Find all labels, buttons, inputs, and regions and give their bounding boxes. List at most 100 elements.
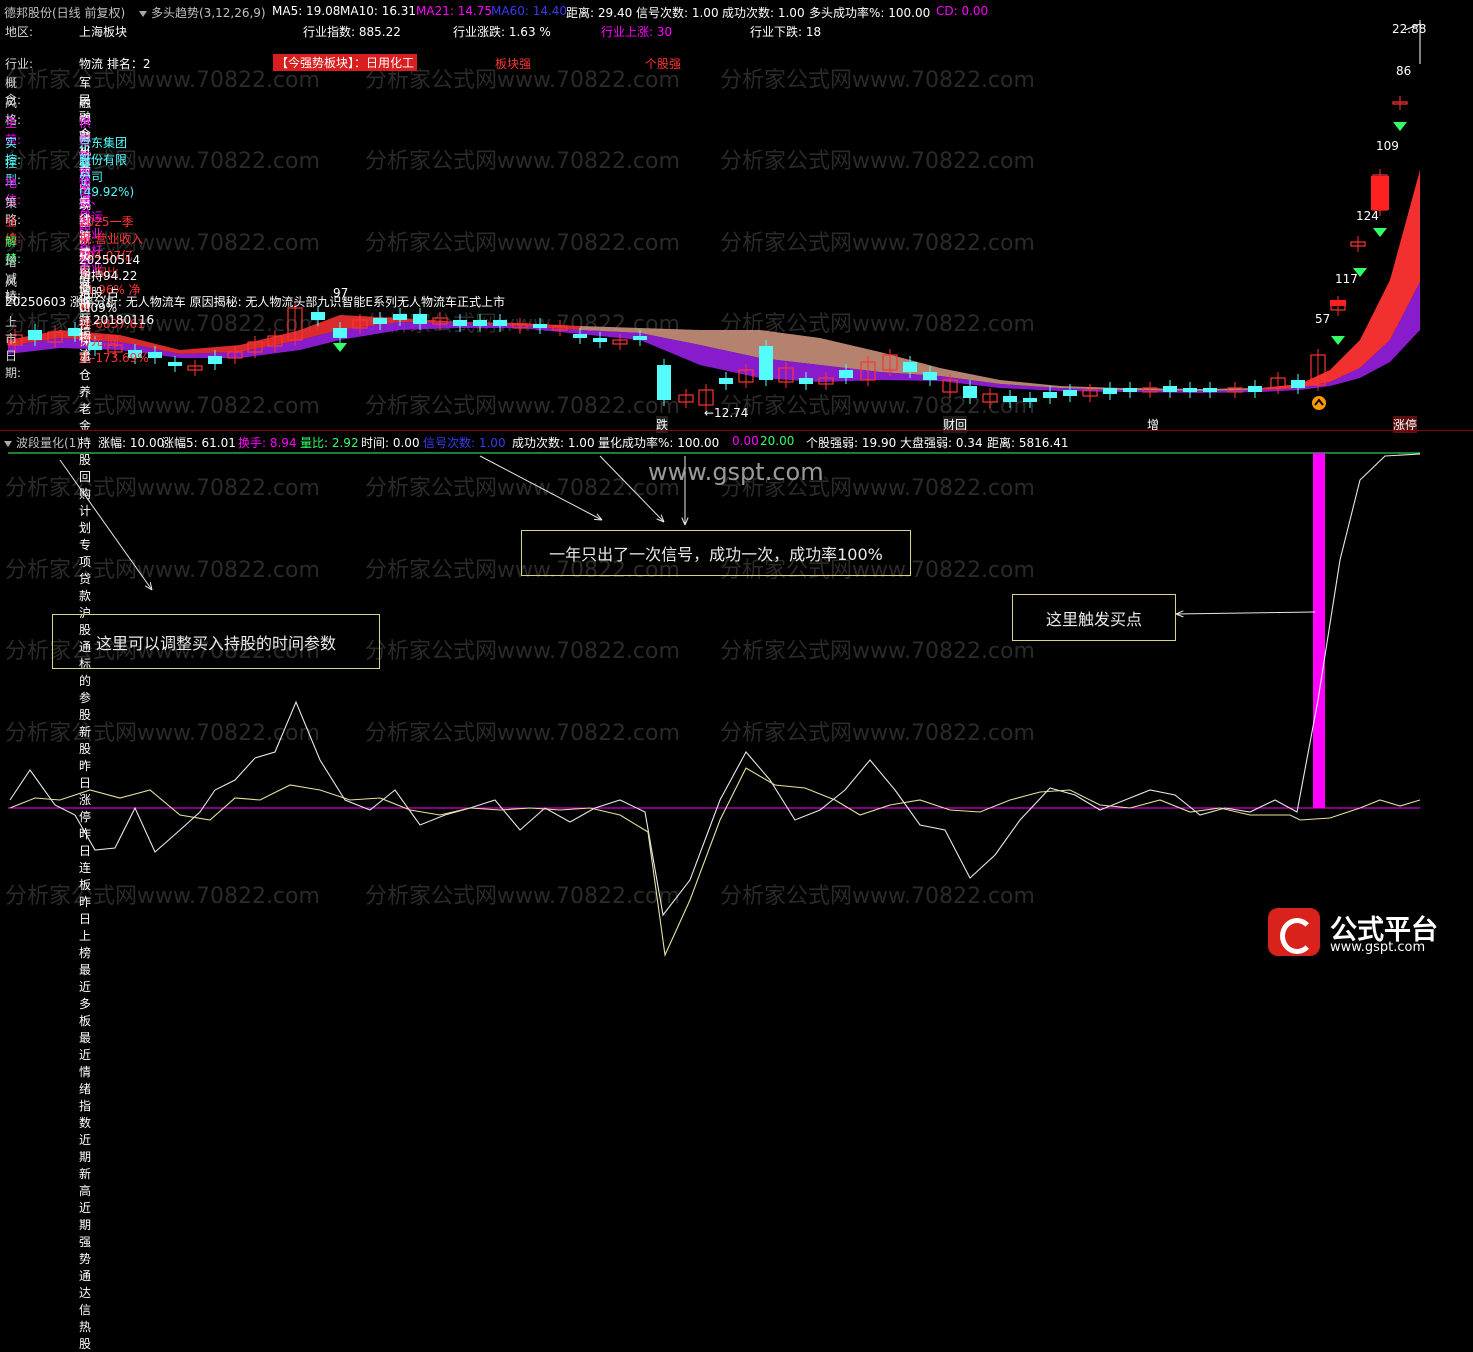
sector-strong-label: 板块强 — [495, 57, 532, 71]
industry-change: 行业涨跌: 1.63 % — [453, 25, 551, 39]
callout-buy-point: 这里触发买点 — [1012, 594, 1176, 641]
pane-separator[interactable] — [0, 430, 1473, 431]
candle-body — [208, 356, 222, 364]
indicator-name[interactable]: 波段量化(1) — [4, 434, 81, 451]
label-86: 86 — [1396, 64, 1412, 78]
gspt-watermark: www.gspt.com — [648, 458, 824, 486]
industry-up: 行业上涨: 30 — [601, 25, 673, 39]
candle-body — [1371, 176, 1389, 210]
buy-arrow-icon — [1312, 396, 1326, 410]
candle-body — [719, 378, 733, 384]
dropdown-icon — [139, 10, 147, 17]
dropdown-icon — [4, 440, 12, 447]
candle-body — [633, 336, 647, 340]
ma10-value: MA10: 16.31 — [340, 4, 417, 18]
success-count: 成功次数: 1.00 — [722, 6, 805, 20]
value-twenty: 20.00 — [760, 434, 795, 448]
candle-body — [493, 320, 507, 326]
candle-body — [168, 362, 182, 366]
green-diamond-marker — [1393, 122, 1407, 131]
formula-name[interactable]: 多头趋势(3,12,26,9) — [139, 4, 266, 21]
candle-body — [148, 352, 162, 358]
stock-strong-label: 个股强 — [645, 57, 682, 71]
candle-body — [473, 320, 487, 326]
industry-down: 行业下跌: 18 — [750, 25, 822, 39]
candle-body — [28, 330, 42, 340]
candle-body — [1123, 388, 1137, 392]
industry-index: 行业指数: 885.22 — [303, 25, 401, 39]
info-row-industry: 行业: 物流 排名：2 【今强势板块】：日用化工 板块强 个股强 — [5, 54, 682, 71]
callout-arrowhead — [144, 582, 153, 591]
indicator-title-bar: 波段量化(1) 涨幅: 10.00 涨幅5: 61.01 换手: 8.94 量比… — [0, 432, 1473, 450]
label-109: 109 — [1376, 139, 1399, 153]
candle-body — [963, 386, 977, 398]
callout-arrow — [1175, 611, 1316, 615]
price-low-label: ←12.74 — [704, 406, 749, 420]
candle-body — [573, 334, 587, 338]
cd-value: CD: 0.00 — [936, 4, 989, 18]
buy-signal-bar — [1313, 453, 1325, 808]
candle-body — [453, 320, 467, 326]
stock-title[interactable]: 德邦股份(日线 前复权) — [4, 4, 125, 21]
green-diamond-marker — [1373, 228, 1387, 237]
callout-signal-once: 一年只出了一次信号，成功一次，成功率100% — [521, 530, 911, 576]
indicator-line-2 — [9, 767, 1421, 957]
turnover-value: 换手: 8.94 — [238, 436, 297, 450]
candle-body — [533, 324, 547, 328]
candle-body — [1043, 392, 1057, 398]
candle-body — [1203, 388, 1217, 392]
candle-body — [1103, 388, 1117, 394]
candle-body — [333, 328, 347, 338]
ma5-value: MA5: 19.08 — [272, 4, 341, 18]
label-124: 124 — [1356, 209, 1379, 223]
candle-body — [799, 378, 813, 384]
signal-count-value: 信号次数: 1.00 — [423, 436, 506, 450]
signal-count: 信号次数: 1.00 — [636, 6, 719, 20]
zf-value: 涨幅: 10.00 — [98, 436, 165, 450]
market-strength-value: 大盘强弱: 0.34 — [900, 436, 983, 450]
candle-body — [839, 370, 853, 378]
candle-body — [1248, 386, 1262, 392]
success-rate: 多头成功率%: 100.00 — [809, 6, 931, 20]
volume-ratio-value: 量比: 2.92 — [300, 436, 359, 450]
candle-body — [1330, 300, 1346, 306]
candle-body — [1003, 396, 1017, 402]
gspt-logo: 公式平台 www.gspt.com — [1268, 906, 1468, 958]
candle-body — [759, 346, 773, 380]
callout-arrow — [479, 455, 603, 521]
candle-body — [903, 362, 917, 372]
label-57: 57 — [1315, 312, 1331, 326]
time-value: 时间: 0.00 — [361, 436, 420, 450]
ma21-value: MA21: 14.75 — [416, 4, 493, 18]
candle-body — [593, 338, 607, 342]
strong-sector-badge: 【今强势板块】：日用化工 — [273, 54, 418, 71]
gspt-logo-icon — [1268, 908, 1320, 956]
candle-body — [1063, 390, 1077, 396]
stock-strength-value: 个股强弱: 19.90 — [806, 436, 897, 450]
callout-time-param: 这里可以调整买入持股的时间参数 — [52, 614, 380, 669]
candle-body — [1163, 386, 1177, 392]
green-diamond-marker — [1331, 336, 1345, 345]
indicator-lines — [8, 452, 1421, 957]
candle-body — [923, 372, 937, 380]
green-diamond-marker — [333, 343, 347, 352]
quant-rate-value: 量化成功率%: 100.00 — [598, 436, 720, 450]
price-high-label: 22.88 — [1392, 22, 1427, 36]
candle-body — [1183, 388, 1197, 392]
chart-title-bar: 德邦股份(日线 前复权) 多头趋势(3,12,26,9) MA5: 19.08 … — [0, 0, 1473, 20]
indicator-line-1 — [9, 453, 1421, 917]
candle-body — [373, 318, 387, 324]
label-117: 117 — [1335, 272, 1358, 286]
distance-value-2: 距离: 5816.41 — [987, 436, 1069, 450]
candle-body — [393, 314, 407, 320]
candle-body — [1291, 380, 1305, 388]
distance-value: 距离: 29.40 — [566, 6, 633, 20]
ma60-value: MA60: 14.40 — [491, 4, 568, 18]
info-row-region: 地区: 上海板块 行业指数: 885.22 行业涨跌: 1.63 % 行业上涨:… — [5, 25, 822, 39]
limit-up-analysis: 20250603 涨停分析: 无人物流车 原因揭秘: 无人物流头部九识智能E系列… — [5, 295, 506, 309]
value-zero: 0.00 — [732, 434, 759, 448]
callout-arrow — [59, 459, 153, 591]
candle-body — [1023, 398, 1037, 402]
candle-body — [657, 365, 671, 400]
zf5-value: 涨幅5: 61.01 — [162, 436, 236, 450]
